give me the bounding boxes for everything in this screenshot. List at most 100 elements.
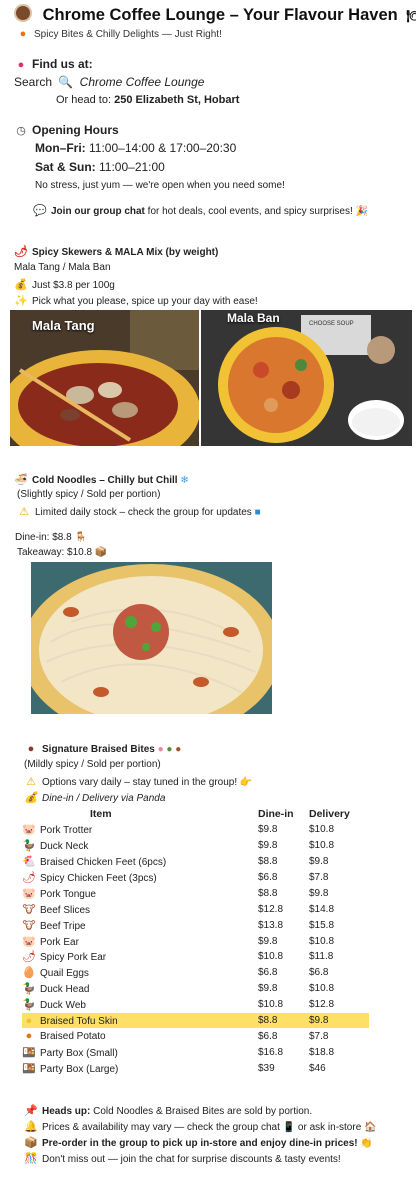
item-name: Duck Head	[40, 984, 90, 996]
table-row: 🐷 Pork Tongue $8.8 $9.8	[22, 885, 369, 901]
box-icon: ■	[254, 507, 261, 518]
weekday-hours-row: Mon–Fri: 11:00–14:00 & 17:00–20:30	[35, 141, 236, 155]
potato-icon: ●	[25, 1030, 33, 1043]
mala-ban-photo: Mala Ban CHOOSE SOUP	[201, 310, 412, 446]
cold-noodles-photo	[31, 562, 272, 714]
column-header-item: Item	[90, 807, 112, 820]
party-box-icon: 🍱	[22, 1062, 36, 1075]
delivery-price: $10.8	[309, 840, 335, 852]
noodles-portion: (Slightly spicy / Sold per portion)	[17, 489, 161, 500]
delivery-price: $11.8	[309, 951, 334, 963]
plate-icon: 🍽	[406, 8, 416, 23]
item-cell: 🐷 Pork Ear	[22, 933, 258, 949]
hours-heading-row: ◷ Opening Hours	[14, 123, 119, 137]
duck-icon: 🦆	[22, 840, 36, 853]
item-name: Beef Slices	[40, 904, 91, 916]
item-name: Quail Eggs	[40, 968, 89, 980]
pig-face-icon: ●	[157, 744, 164, 755]
delivery-price: $7.8	[309, 872, 329, 883]
dine-in-price: $12.8	[258, 903, 284, 915]
braised-delivery: Dine-in / Delivery via Panda	[42, 793, 166, 804]
noodles-takeaway-row: Takeaway: $10.8 📦	[17, 547, 107, 558]
choose-soup-sign: CHOOSE SOUP	[309, 321, 354, 327]
party-box-icon: 🍱	[22, 1046, 36, 1059]
group-chat-link[interactable]: Join our group chat	[51, 206, 145, 217]
address[interactable]: 250 Elizabeth St, Hobart	[114, 94, 239, 106]
chili-icon: 🌶	[14, 246, 28, 258]
money-bag-icon: 💰	[24, 792, 38, 804]
mala-ban-label: Mala Ban	[227, 311, 280, 325]
duck-icon: 🦆	[22, 983, 36, 996]
duck-icon: 🦆	[22, 999, 36, 1012]
pig-icon: 🐷	[22, 887, 36, 900]
dine-in-price: $9.8	[258, 935, 278, 947]
delivery-price: $9.8	[309, 1012, 369, 1029]
weekday-hours: 11:00–14:00 & 17:00–20:30	[89, 141, 237, 155]
item-cell: 🦆 Duck Head	[22, 981, 258, 997]
weekend-hours: 11:00–21:00	[99, 160, 165, 174]
find-us-heading-row: ● Find us at:	[14, 57, 93, 71]
takeaway-box-icon: 📦	[94, 547, 108, 558]
item-name: Pork Trotter	[40, 825, 93, 837]
hours-note: No stress, just yum — we're open when yo…	[35, 180, 285, 191]
dine-in-price: $10.8	[258, 999, 284, 1011]
phone-icon: 📱	[282, 1122, 296, 1133]
noodles-heading-row: 🍜 Cold Noodles – Chilly but Chill ❄	[14, 473, 189, 486]
mala-tang-photo: Mala Tang	[10, 310, 199, 446]
delivery-price: $10.8	[309, 935, 335, 947]
group-chat-row: 💬 Join our group chat for hot deals, cool…	[33, 204, 368, 217]
dine-in-price: $9.8	[258, 840, 278, 852]
dine-in-price: $39	[258, 1062, 275, 1074]
bell-icon: 🔔	[24, 1121, 38, 1133]
chair-icon: 🪑	[74, 532, 87, 543]
weekday-label: Mon–Fri:	[35, 141, 86, 155]
table-row: 🍱 Party Box (Large) $39 $46	[22, 1060, 369, 1076]
table-header-row: Item Dine-in Delivery	[22, 806, 369, 822]
prices-note: Prices & availability may vary — check t…	[42, 1122, 280, 1133]
table-row: 🐷 Pork Trotter $9.8 $10.8	[22, 822, 369, 838]
clock-icon: ◷	[16, 125, 26, 137]
table-row: 🐷 Pork Ear $9.8 $10.8	[22, 933, 369, 949]
search-row: Search 🔍 Chrome Coffee Lounge	[14, 75, 204, 89]
weekend-label: Sat & Sun:	[35, 160, 96, 174]
delivery-price: $15.8	[309, 919, 335, 931]
prices-note-end: or ask in-store	[297, 1122, 362, 1133]
delivery-price: $12.8	[309, 999, 335, 1011]
column-header-dine-in: Dine-in	[258, 807, 294, 820]
hours-heading: Opening Hours	[32, 123, 119, 137]
magnifier-icon: 🔍	[58, 75, 74, 89]
braised-meat-icon: ●	[27, 743, 35, 755]
braised-portion: (Mildly spicy / Sold per portion)	[24, 759, 161, 770]
noodle-bowl-icon: 🍜	[14, 474, 28, 486]
dine-in-price: $8.8	[258, 1012, 309, 1029]
dine-in-price: $8.8	[258, 887, 278, 899]
egg-icon: 🥚	[22, 967, 36, 980]
braised-delivery-row: 💰 Dine-in / Delivery via Panda	[24, 791, 165, 804]
skewers-price: Just $3.8 per 100g	[32, 280, 115, 291]
dont-miss-text: Don't miss out — join the chat for surpr…	[42, 1154, 341, 1165]
item-cell: ● Braised Tofu Skin	[22, 1012, 258, 1029]
table-row: 🌶 Spicy Chicken Feet (3pcs) $6.8 $7.8	[22, 870, 369, 886]
group-chat-rest: for hot deals, cool events, and spicy su…	[147, 206, 353, 217]
dine-in-price: $8.8	[258, 856, 278, 868]
braised-heading-row: ● Signature Braised Bites ● ● ●	[24, 743, 182, 755]
dine-in-price: $16.8	[258, 1046, 284, 1058]
skewers-heading-row: 🌶 Spicy Skewers & MALA Mix (by weight)	[14, 245, 218, 258]
mala-tang-label: Mala Tang	[32, 318, 95, 333]
item-cell: 🐮 Beef Slices	[22, 901, 258, 917]
braised-options: Options vary daily – stay tuned in the g…	[42, 777, 238, 788]
preorder-text: Pre-order in the group to pick up in-sto…	[42, 1138, 358, 1149]
delivery-price: $46	[309, 1062, 326, 1074]
skewers-price-row: 💰 Just $3.8 per 100g	[14, 278, 115, 291]
table-row: 🦆 Duck Neck $9.8 $10.8	[22, 838, 369, 854]
item-name: Spicy Chicken Feet (3pcs)	[40, 873, 157, 884]
table-row: 🦆 Duck Head $9.8 $10.8	[22, 981, 369, 997]
noodles-dine-in: Dine-in: $8.8	[15, 532, 72, 543]
item-name: Pork Ear	[40, 936, 79, 948]
address-row: Or head to: 250 Elizabeth St, Hobart	[56, 94, 239, 106]
mala-ban-image	[201, 310, 412, 446]
search-term[interactable]: Chrome Coffee Lounge	[80, 75, 205, 89]
item-name: Spicy Pork Ear	[40, 952, 107, 964]
item-name: Pork Tongue	[40, 888, 96, 900]
item-name: Party Box (Large)	[40, 1063, 119, 1075]
